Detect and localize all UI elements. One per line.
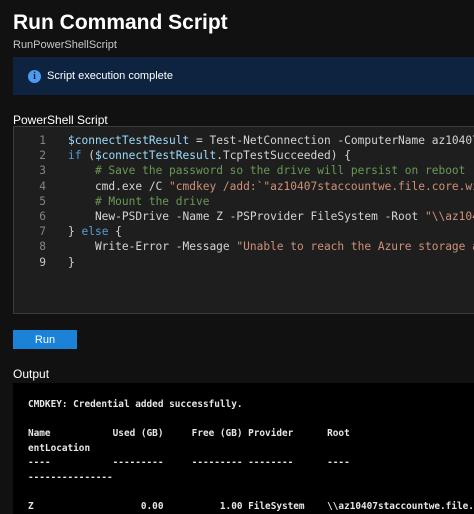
code-line[interactable]: 5 # Mount the drive — [14, 194, 474, 209]
line-number: 5 — [39, 194, 46, 208]
code-token: $connectTestResult — [68, 134, 190, 147]
code-line[interactable]: 7} else { — [14, 224, 474, 239]
code-token: .TcpTestSucceeded) { — [216, 149, 351, 163]
code-text: } else { — [68, 224, 122, 239]
page-subtitle: RunPowerShellScript — [13, 39, 117, 51]
code-token: cmd.exe /C — [68, 179, 170, 193]
code-text: } — [68, 255, 75, 270]
code-line[interactable]: 3 # Save the password so the drive will … — [14, 163, 474, 178]
code-line[interactable]: 9} — [14, 255, 474, 270]
output-line: Z 0.00 1.00 FileSystem \\az10407staccoun… — [28, 501, 474, 513]
code-line[interactable]: 6 New-PSDrive -Name Z -PSProvider FileSy… — [14, 209, 474, 224]
output-line: ---- --------- --------- -------- ---- — [28, 457, 350, 469]
code-line[interactable]: 4 cmd.exe /C "cmdkey /add:`"az10407stacc… — [14, 179, 474, 194]
code-token: { — [108, 225, 122, 239]
code-line[interactable]: 1 $connectTestResult = Test-NetConnection… — [14, 133, 474, 148]
output-line: CMDKEY: Credential added successfully. — [28, 399, 243, 410]
code-token: # Mount the drive — [94, 194, 210, 208]
code-token: } — [68, 255, 75, 269]
line-number: 7 — [39, 225, 46, 239]
output-line: Name Used (GB) Free (GB) Provider Root — [28, 428, 350, 440]
run-button[interactable]: Run — [13, 330, 77, 349]
line-number: 4 — [39, 179, 46, 193]
line-number: 6 — [39, 210, 46, 223]
code-text: Write-Error -Message "Unable to reach th… — [68, 239, 474, 254]
code-line[interactable]: 8 Write-Error -Message "Unable to reach … — [14, 239, 474, 254]
page-header: Run Command Script RunPowerShellScript — [13, 10, 228, 51]
status-message: Script execution complete — [47, 70, 173, 82]
code-token: Write-Error -Message — [68, 240, 237, 254]
code-text: if ($connectTestResult.TcpTestSucceeded)… — [68, 148, 351, 163]
code-token: "Unable to reach the Azure storage accou… — [236, 240, 474, 254]
code-token: New-PSDrive -Name Z -PSProvider FileSyst… — [68, 210, 425, 223]
status-banner: i Script execution complete — [13, 57, 474, 95]
code-text: # Save the password so the drive will pe… — [68, 163, 465, 178]
code-text: $connectTestResult = Test-NetConnection … — [68, 133, 474, 148]
line-number: 8 — [39, 240, 46, 254]
code-token: else — [81, 225, 109, 239]
code-token: "cmdkey /add:`"az10407staccountwe.file.c… — [169, 179, 474, 193]
output-label: Output — [13, 367, 50, 381]
output-line: entLocation — [28, 442, 91, 454]
code-token: "\\az10407stacc — [424, 210, 474, 223]
line-number: 2 — [39, 149, 46, 163]
code-text: New-PSDrive -Name Z -PSProvider FileSyst… — [68, 209, 474, 224]
code-line[interactable]: 2 if ($connectTestResult.TcpTestSucceeded… — [14, 148, 474, 163]
page-title: Run Command Script — [13, 11, 228, 34]
code-token: = Test-NetConnection -ComputerName az104… — [195, 134, 474, 147]
code-token: $connectTestResult — [94, 149, 217, 163]
output-line: --------------- — [28, 472, 113, 483]
output-console: CMDKEY: Credential added successfully. Na… — [13, 383, 474, 514]
code-token: if — [68, 149, 82, 163]
code-token: } — [68, 225, 82, 239]
script-label: PowerShell Script — [13, 113, 108, 127]
code-text: cmd.exe /C "cmdkey /add:`"az10407staccou… — [68, 179, 474, 194]
line-number: 9 — [39, 255, 46, 269]
code-text: # Mount the drive — [68, 194, 210, 209]
code-token: # Save the password so the drive will pe… — [94, 164, 466, 178]
line-number: 1 — [39, 134, 46, 147]
code-token: ( — [81, 149, 95, 163]
info-icon: i — [28, 69, 41, 83]
line-number: 3 — [39, 164, 46, 178]
script-editor[interactable]: 1 $connectTestResult = Test-NetConnection… — [13, 126, 474, 314]
